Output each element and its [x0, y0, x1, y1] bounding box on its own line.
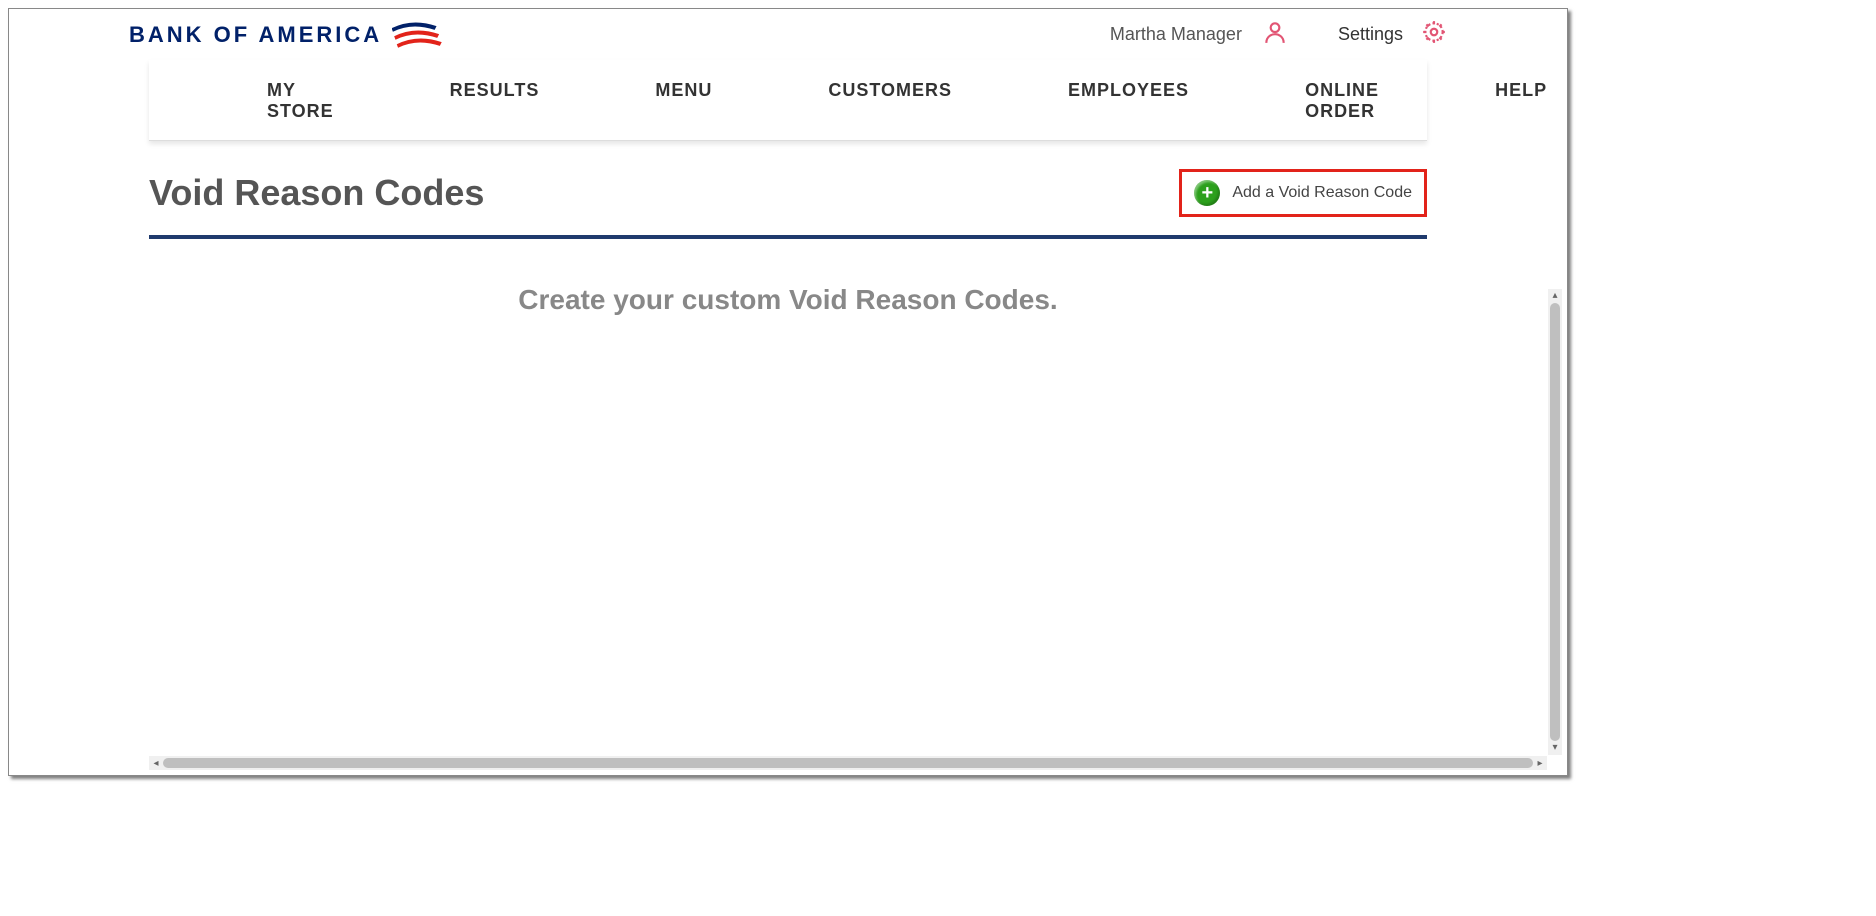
add-void-reason-button[interactable]: + Add a Void Reason Code	[1179, 169, 1427, 217]
nav-help[interactable]: HELP	[1487, 80, 1555, 122]
brand-logo[interactable]: BANK OF AMERICA	[129, 20, 447, 50]
add-void-reason-label: Add a Void Reason Code	[1232, 184, 1412, 202]
flag-stripes-icon	[392, 20, 447, 50]
nav-online-order[interactable]: ONLINE ORDER	[1297, 80, 1387, 122]
scroll-down-icon[interactable]: ▾	[1552, 741, 1557, 755]
horizontal-scroll-thumb[interactable]	[163, 758, 1533, 768]
page-title: Void Reason Codes	[149, 172, 484, 214]
page-subtitle: Create your custom Void Reason Codes.	[149, 284, 1427, 316]
nav-my-store[interactable]: MY STORE	[259, 80, 342, 122]
user-menu[interactable]: Martha Manager	[1110, 19, 1288, 50]
scroll-right-icon[interactable]: ▸	[1533, 758, 1547, 769]
vertical-scrollbar[interactable]: ▴ ▾	[1548, 289, 1562, 755]
settings-menu[interactable]: Settings	[1338, 19, 1447, 50]
app-window: BANK OF AMERICA Martha Manager	[8, 8, 1568, 776]
nav-menu[interactable]: MENU	[647, 80, 720, 122]
settings-label: Settings	[1338, 24, 1403, 45]
gear-icon	[1421, 19, 1447, 50]
nav-results[interactable]: RESULTS	[442, 80, 548, 122]
plus-circle-icon: +	[1194, 180, 1220, 206]
horizontal-scrollbar[interactable]: ◂ ▸	[149, 756, 1547, 770]
header-right: Martha Manager Settings	[1110, 19, 1447, 50]
nav-employees[interactable]: EMPLOYEES	[1060, 80, 1197, 122]
person-icon	[1262, 19, 1288, 50]
vertical-scroll-thumb[interactable]	[1550, 303, 1560, 741]
main-content: Void Reason Codes + Add a Void Reason Co…	[9, 129, 1567, 729]
brand-text: BANK OF AMERICA	[129, 22, 382, 48]
content-wrap: Void Reason Codes + Add a Void Reason Co…	[9, 129, 1567, 775]
page-header-row: Void Reason Codes + Add a Void Reason Co…	[149, 169, 1427, 239]
scroll-left-icon[interactable]: ◂	[149, 758, 163, 769]
nav-customers[interactable]: CUSTOMERS	[820, 80, 960, 122]
user-name-label: Martha Manager	[1110, 24, 1242, 45]
header-bar: BANK OF AMERICA Martha Manager	[9, 9, 1567, 60]
scroll-up-icon[interactable]: ▴	[1552, 289, 1557, 303]
